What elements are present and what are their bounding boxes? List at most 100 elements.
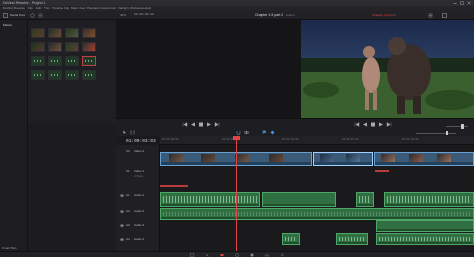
link-icon[interactable] — [244, 130, 249, 135]
audio-clip[interactable] — [376, 220, 474, 232]
source-viewer — [116, 20, 474, 124]
flag-icon[interactable] — [262, 130, 267, 135]
program-stop-icon[interactable] — [370, 122, 376, 127]
master-bin[interactable]: Master — [3, 23, 12, 27]
project-title: Chapter 1.5 part 2 — [255, 13, 284, 17]
audio-clip-thumbnail[interactable] — [48, 56, 62, 66]
audio-clip-thumbnail[interactable] — [31, 70, 45, 80]
video-clip[interactable] — [374, 152, 474, 166]
deliver-page-icon[interactable] — [280, 253, 284, 257]
timeline-ruler[interactable]: 01:00:00:00 01:00:05:00 01:00:10:00 01:0… — [160, 136, 474, 145]
audio-clip-thumbnail[interactable] — [31, 56, 45, 66]
lock-icon[interactable] — [120, 209, 124, 213]
fairlight-page-icon[interactable] — [265, 253, 269, 257]
stop-icon[interactable] — [198, 122, 204, 127]
media-clip-thumbnail[interactable] — [65, 42, 79, 52]
close-icon[interactable] — [467, 1, 471, 5]
audio-clip[interactable] — [356, 192, 374, 207]
audio-clip-thumbnail[interactable] — [48, 70, 62, 80]
bin-list: Master Smart Bins — [0, 20, 28, 257]
media-clip-thumbnail[interactable] — [48, 42, 62, 52]
audio-clip-thumbnail[interactable] — [82, 56, 96, 66]
trim-tool-icon[interactable] — [130, 130, 135, 135]
media-clip-thumbnail[interactable] — [31, 42, 45, 52]
volume-slider-handle[interactable] — [461, 124, 464, 129]
track-id-a2: A2 — [126, 209, 130, 213]
edit-index-icon[interactable] — [38, 13, 43, 18]
timeline-timecode[interactable]: 01:00:03:03 — [126, 139, 156, 144]
snapping-icon[interactable] — [236, 130, 241, 135]
audio-clip[interactable] — [282, 233, 300, 245]
audio-clip[interactable] — [160, 192, 260, 207]
range-marker — [375, 170, 389, 172]
media-clip-thumbnail[interactable] — [82, 42, 96, 52]
audio-clip[interactable] — [376, 233, 474, 245]
audio-clip[interactable] — [384, 192, 474, 207]
page-bar — [0, 251, 474, 257]
media-pool-icon[interactable] — [3, 13, 8, 18]
transport-bar — [116, 118, 474, 136]
track-id-a3: A3 — [126, 223, 130, 227]
audio-clip[interactable] — [160, 208, 474, 220]
program-reverse-play-icon[interactable] — [362, 122, 368, 127]
playhead-handle[interactable] — [233, 136, 240, 140]
metadata-icon[interactable] — [442, 13, 447, 18]
lock-icon[interactable] — [120, 193, 124, 197]
ruler-tick-label: 01:00:20:00 — [402, 138, 419, 141]
track-headers: V2 Video 2 V1 Video 1 2 Clips A1 Audio 1… — [116, 145, 160, 257]
media-clip-thumbnail[interactable] — [31, 28, 45, 38]
media-pool — [28, 20, 116, 124]
audio-clip-thumbnail[interactable] — [65, 70, 79, 80]
timeline-clip-name[interactable]: Chapter 1.5 part 2 — [372, 13, 396, 17]
playhead[interactable] — [236, 136, 237, 257]
program-viewer-image — [301, 20, 474, 118]
jump-end-icon[interactable] — [214, 122, 220, 127]
selection-tool-icon[interactable] — [122, 130, 127, 135]
video-clip[interactable] — [313, 152, 373, 166]
media-pool-button[interactable]: Media Pool — [10, 13, 25, 17]
smart-bins-label[interactable]: Smart Bins — [2, 246, 17, 250]
zoom-slider[interactable] — [416, 133, 456, 134]
ruler-tick-label: 01:00:00:00 — [162, 138, 179, 141]
lock-icon[interactable] — [120, 223, 124, 227]
track-id-a1: A1 — [126, 193, 130, 197]
maximize-icon[interactable] — [460, 1, 464, 5]
audio-clip[interactable] — [262, 192, 336, 207]
track-name-audio-1[interactable]: Audio 1 — [134, 193, 144, 197]
edited-badge: Edited — [286, 13, 295, 17]
track-name-audio-4[interactable]: Audio 4 — [134, 237, 144, 241]
reverse-play-icon[interactable] — [190, 122, 196, 127]
media-page-icon[interactable] — [190, 253, 194, 257]
track-id-a4: A4 — [126, 237, 130, 241]
track-name-video-1[interactable]: Video 1 — [134, 169, 144, 173]
minimize-icon[interactable] — [453, 1, 457, 5]
inspector-icon[interactable] — [428, 13, 433, 18]
program-jump-end-icon[interactable] — [386, 122, 392, 127]
program-jump-start-icon[interactable] — [354, 122, 360, 127]
cut-page-icon[interactable] — [205, 253, 209, 257]
fusion-page-icon[interactable] — [235, 253, 239, 257]
zoom-slider-handle[interactable] — [446, 131, 448, 135]
track-name-audio-2[interactable]: Audio 2 — [134, 209, 144, 213]
media-clip-thumbnail[interactable] — [48, 28, 62, 38]
audio-clip-thumbnail[interactable] — [82, 70, 96, 80]
toolbar: Media Pool 46% 00:00:00:00 Chapter 1.5 p… — [0, 11, 474, 20]
media-clip-thumbnail[interactable] — [65, 28, 79, 38]
edit-page-icon[interactable] — [220, 253, 224, 257]
track-name-video-2[interactable]: Video 2 — [134, 149, 144, 153]
effects-icon[interactable] — [30, 13, 35, 18]
audio-clip[interactable] — [336, 233, 368, 245]
jump-start-icon[interactable] — [182, 122, 188, 127]
marker-icon[interactable] — [270, 130, 275, 135]
program-play-icon[interactable] — [378, 122, 384, 127]
media-clip-thumbnail[interactable] — [82, 28, 96, 38]
track-name-audio-3[interactable]: Audio 3 — [134, 223, 144, 227]
audio-clip-thumbnail[interactable] — [65, 56, 79, 66]
play-icon[interactable] — [206, 122, 212, 127]
track-id-v1: V1 — [126, 169, 130, 173]
color-page-icon[interactable] — [250, 253, 254, 257]
track-id-v2: V2 — [126, 149, 130, 153]
volume-slider[interactable] — [446, 126, 468, 127]
zoom-level[interactable]: 46% — [120, 13, 126, 17]
lock-icon[interactable] — [120, 237, 124, 241]
